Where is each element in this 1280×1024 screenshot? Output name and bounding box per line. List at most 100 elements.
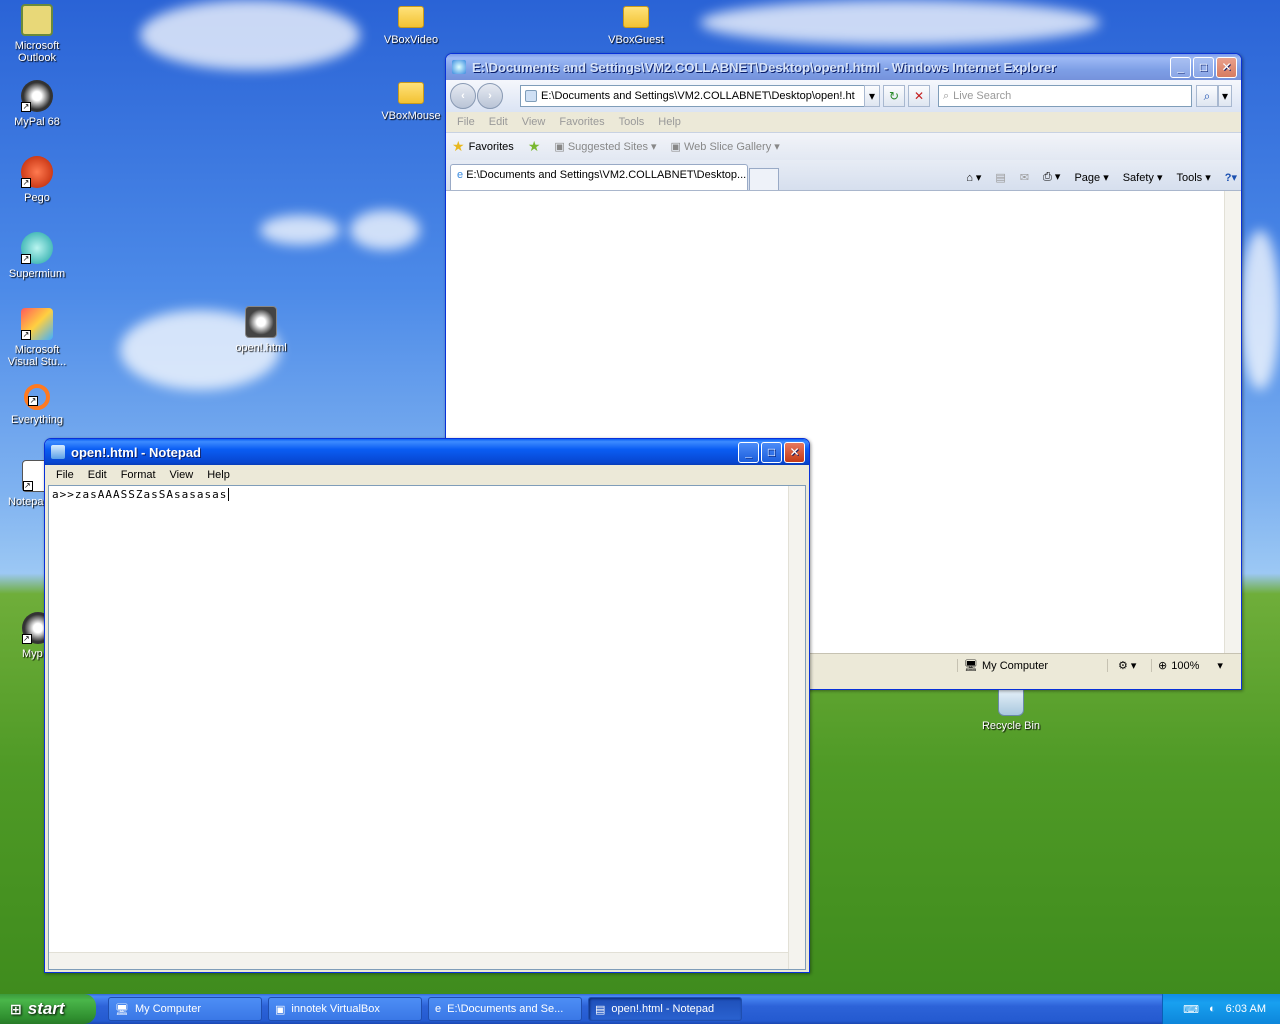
taskbar-button-my-computer[interactable]: 🖥 My Computer: [108, 997, 262, 1021]
menu-favorites[interactable]: Favorites: [552, 116, 611, 128]
menu-file[interactable]: File: [49, 469, 81, 481]
command-bar: ⌂ ▾ ▤ ✉ ⎙ ▾ Page ▾ Safety ▾ Tools ▾ ?▾: [966, 170, 1237, 190]
feeds-icon[interactable]: ▤: [995, 171, 1005, 184]
stop-button[interactable]: ✕: [908, 85, 930, 107]
menu-edit[interactable]: Edit: [81, 469, 114, 481]
outlook-icon: [21, 4, 53, 36]
desktop-icon-supermium[interactable]: ↗ Supermium: [0, 232, 74, 280]
notepad-text-area[interactable]: a>>zasAAASSZasSAsasasas: [48, 485, 806, 970]
recycle-bin-icon: [998, 688, 1024, 716]
close-button[interactable]: ✕: [1216, 56, 1237, 78]
address-bar[interactable]: E:\Documents and Settings\VM2.COLLABNET\…: [520, 85, 866, 107]
favorites-label: Favorites: [468, 140, 514, 153]
notepad-icon: ▤: [595, 1003, 606, 1016]
start-button[interactable]: ⊞ start: [0, 994, 96, 1024]
tab-row: e E:\Documents and Settings\VM2.COLLABNE…: [446, 160, 1241, 190]
folder-icon: [398, 82, 424, 104]
protected-mode-icon[interactable]: ⚙ ▾: [1107, 659, 1151, 672]
keyboard-icon[interactable]: ⌨: [1183, 1003, 1199, 1016]
desktop-icon-vboxguest[interactable]: VBoxGuest: [599, 2, 673, 46]
home-icon[interactable]: ⌂ ▾: [966, 171, 981, 184]
help-icon[interactable]: ?▾: [1225, 171, 1237, 184]
refresh-button[interactable]: ↻: [883, 85, 905, 107]
desktop-icon-label: Recycle Bin: [981, 720, 1041, 732]
pego-icon: ↗: [21, 156, 53, 188]
network-icon[interactable]: ◐: [1209, 1003, 1216, 1015]
mail-icon[interactable]: ✉: [1020, 171, 1029, 184]
page-icon: [525, 90, 537, 102]
desktop-icon-vboxmouse[interactable]: VBoxMouse: [374, 78, 448, 122]
maximize-button[interactable]: □: [761, 441, 782, 463]
windows-logo-icon: ⊞: [10, 1000, 22, 1017]
web-slice-gallery-link[interactable]: ▣ Web Slice Gallery ▾: [671, 140, 780, 153]
desktop-icon-label: Pego: [24, 192, 50, 204]
ie-vertical-scrollbar[interactable]: [1224, 191, 1241, 653]
desktop-icon-label: open!.html: [235, 342, 287, 354]
favorites-star-icon: ★: [452, 138, 465, 154]
taskbar-button-virtualbox[interactable]: ▣ innotek VirtualBox: [268, 997, 422, 1021]
search-input[interactable]: ⌕ Live Search: [938, 85, 1192, 107]
desktop-icon-label: Everything: [11, 414, 63, 426]
suggested-sites-link[interactable]: ▣ Suggested Sites ▾: [554, 140, 656, 153]
menu-help[interactable]: Help: [651, 116, 688, 128]
menu-view[interactable]: View: [515, 116, 553, 128]
tab-current[interactable]: e E:\Documents and Settings\VM2.COLLABNE…: [450, 164, 748, 190]
desktop-icon-mypal[interactable]: ↗ MyPal 68: [0, 80, 74, 128]
desktop-icon-vboxvideo[interactable]: VBoxVideo: [374, 2, 448, 46]
minimize-button[interactable]: _: [1170, 56, 1191, 78]
desktop-icon-label: Microsoft Visual Stu...: [7, 344, 67, 368]
ie-menubar: File Edit View Favorites Tools Help: [446, 112, 1241, 132]
search-button[interactable]: ⌕: [1196, 85, 1218, 107]
taskbar-button-notepad[interactable]: ▤ open!.html - Notepad: [588, 997, 742, 1021]
ie-address-row: ‹ › E:\Documents and Settings\VM2.COLLAB…: [446, 80, 1241, 112]
desktop-icon-label: MyPal 68: [14, 116, 60, 128]
notepad-menubar: File Edit Format View Help: [45, 465, 809, 485]
taskbar-button-ie[interactable]: e E:\Documents and Se...: [428, 997, 582, 1021]
new-tab-button[interactable]: [749, 168, 779, 190]
search-icon: ⌕: [943, 89, 950, 102]
safety-menu[interactable]: Safety ▾: [1123, 171, 1163, 184]
desktop-icon-recycle-bin[interactable]: Recycle Bin: [974, 688, 1048, 732]
clock[interactable]: 6:03 AM: [1226, 1003, 1266, 1015]
desktop-icon-label: Microsoft Outlook: [14, 40, 60, 64]
menu-edit[interactable]: Edit: [482, 116, 515, 128]
desktop-icon-pego[interactable]: ↗ Pego: [0, 156, 74, 204]
menu-view[interactable]: View: [163, 469, 201, 481]
everything-icon: ↗: [24, 384, 50, 410]
minimize-button[interactable]: _: [738, 441, 759, 463]
taskbar: ⊞ start 🖥 My Computer ▣ innotek VirtualBox…: [0, 994, 1280, 1024]
desktop-icon-label: VBoxVideo: [383, 34, 439, 46]
menu-file[interactable]: File: [450, 116, 482, 128]
virtualbox-icon: ▣: [275, 1003, 286, 1016]
notepad-titlebar[interactable]: open!.html - Notepad _ □ ✕: [45, 439, 809, 465]
desktop-icon-open-html[interactable]: open!.html: [224, 306, 298, 354]
start-label: start: [27, 999, 65, 1018]
zone-indicator[interactable]: 🖥 My Computer: [957, 659, 1107, 672]
address-dropdown-button[interactable]: ▾: [864, 85, 880, 107]
desktop-icon-everything[interactable]: ↗ Everything: [0, 384, 74, 426]
page-menu[interactable]: Page ▾: [1074, 171, 1108, 184]
notepad-horizontal-scrollbar[interactable]: [49, 952, 788, 969]
menu-help[interactable]: Help: [200, 469, 237, 481]
address-text: E:\Documents and Settings\VM2.COLLABNET\…: [541, 90, 855, 102]
search-options-button[interactable]: ▾: [1218, 85, 1232, 107]
back-button[interactable]: ‹: [450, 83, 476, 109]
document-text: a>>zasAAASSZasSAsasasas: [52, 488, 228, 501]
print-icon[interactable]: ⎙ ▾: [1043, 170, 1060, 184]
close-button[interactable]: ✕: [784, 441, 805, 463]
desktop-icon-visual-studio[interactable]: ↗ Microsoft Visual Stu...: [0, 308, 74, 368]
page-icon: ▣: [670, 141, 684, 153]
desktop-icon-outlook[interactable]: Microsoft Outlook: [0, 4, 74, 64]
favorites-button[interactable]: ★ Favorites: [452, 138, 514, 155]
menu-format[interactable]: Format: [114, 469, 163, 481]
zoom-control[interactable]: ⊕ 100% ▾: [1151, 659, 1241, 672]
tools-menu[interactable]: Tools ▾: [1176, 171, 1210, 184]
computer-icon: 🖥: [115, 1003, 129, 1016]
notepad-window[interactable]: open!.html - Notepad _ □ ✕ File Edit For…: [44, 438, 810, 973]
notepad-vertical-scrollbar[interactable]: [788, 486, 805, 969]
forward-button[interactable]: ›: [477, 83, 503, 109]
maximize-button[interactable]: □: [1193, 56, 1214, 78]
add-favorites-icon[interactable]: ★: [528, 138, 541, 155]
ie-titlebar[interactable]: E:\Documents and Settings\VM2.COLLABNET\…: [446, 54, 1241, 80]
menu-tools[interactable]: Tools: [612, 116, 652, 128]
